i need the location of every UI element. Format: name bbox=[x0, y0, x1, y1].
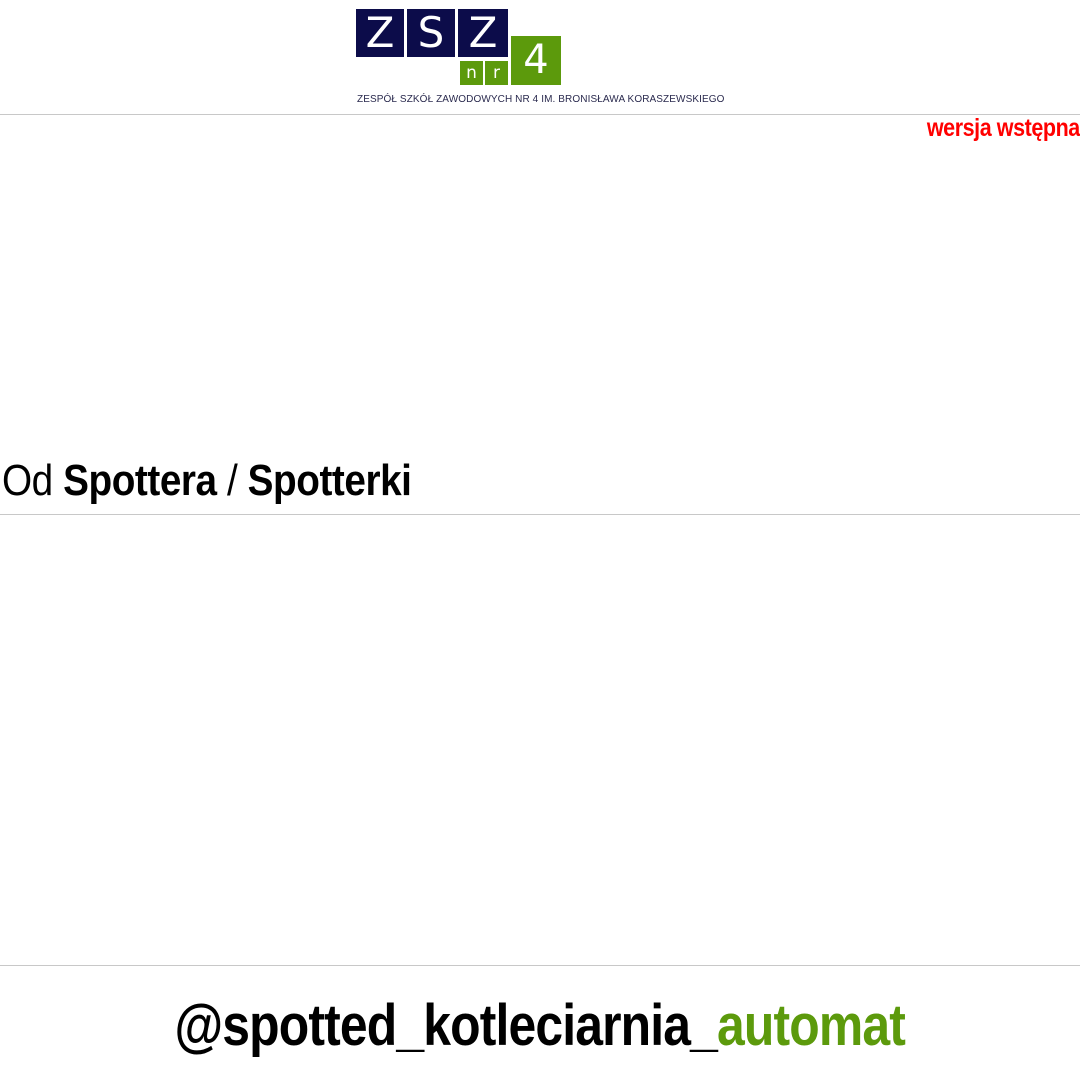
logo-letter-1: Z bbox=[356, 9, 404, 57]
school-name: ZESPÓŁ SZKÓŁ ZAWODOWYCH NR 4 IM. BRONISŁ… bbox=[357, 94, 725, 105]
logo-nr-n: n bbox=[460, 61, 483, 85]
header: Z S Z n r 4 ZESPÓŁ SZKÓŁ ZAWODOWYCH NR 4… bbox=[0, 0, 1080, 115]
from-prefix: Od bbox=[2, 456, 53, 505]
logo-letter-2: S bbox=[407, 9, 455, 57]
version-label: wersja wstępna bbox=[927, 114, 1080, 142]
from-text: Od Spottera / Spotterki bbox=[2, 455, 412, 507]
handle-main: @spotted_kotleciarnia_ bbox=[174, 993, 718, 1058]
footer: @spotted_kotleciarnia_automat bbox=[0, 965, 1080, 1081]
handle-accent: automat bbox=[717, 993, 906, 1058]
from-separator: / bbox=[226, 456, 238, 505]
account-handle: @spotted_kotleciarnia_automat bbox=[0, 990, 1080, 1062]
logo-nr: n r bbox=[460, 61, 508, 85]
logo-letter-3: Z bbox=[458, 9, 508, 57]
post-content bbox=[0, 515, 1080, 965]
from-name-male: Spottera bbox=[63, 456, 217, 505]
logo-number: 4 bbox=[511, 36, 561, 85]
logo-nr-r: r bbox=[485, 61, 508, 85]
from-name-female: Spotterki bbox=[247, 456, 412, 505]
school-logo: Z S Z n r 4 bbox=[356, 9, 562, 87]
from-line: Od Spottera / Spotterki bbox=[0, 455, 1080, 515]
